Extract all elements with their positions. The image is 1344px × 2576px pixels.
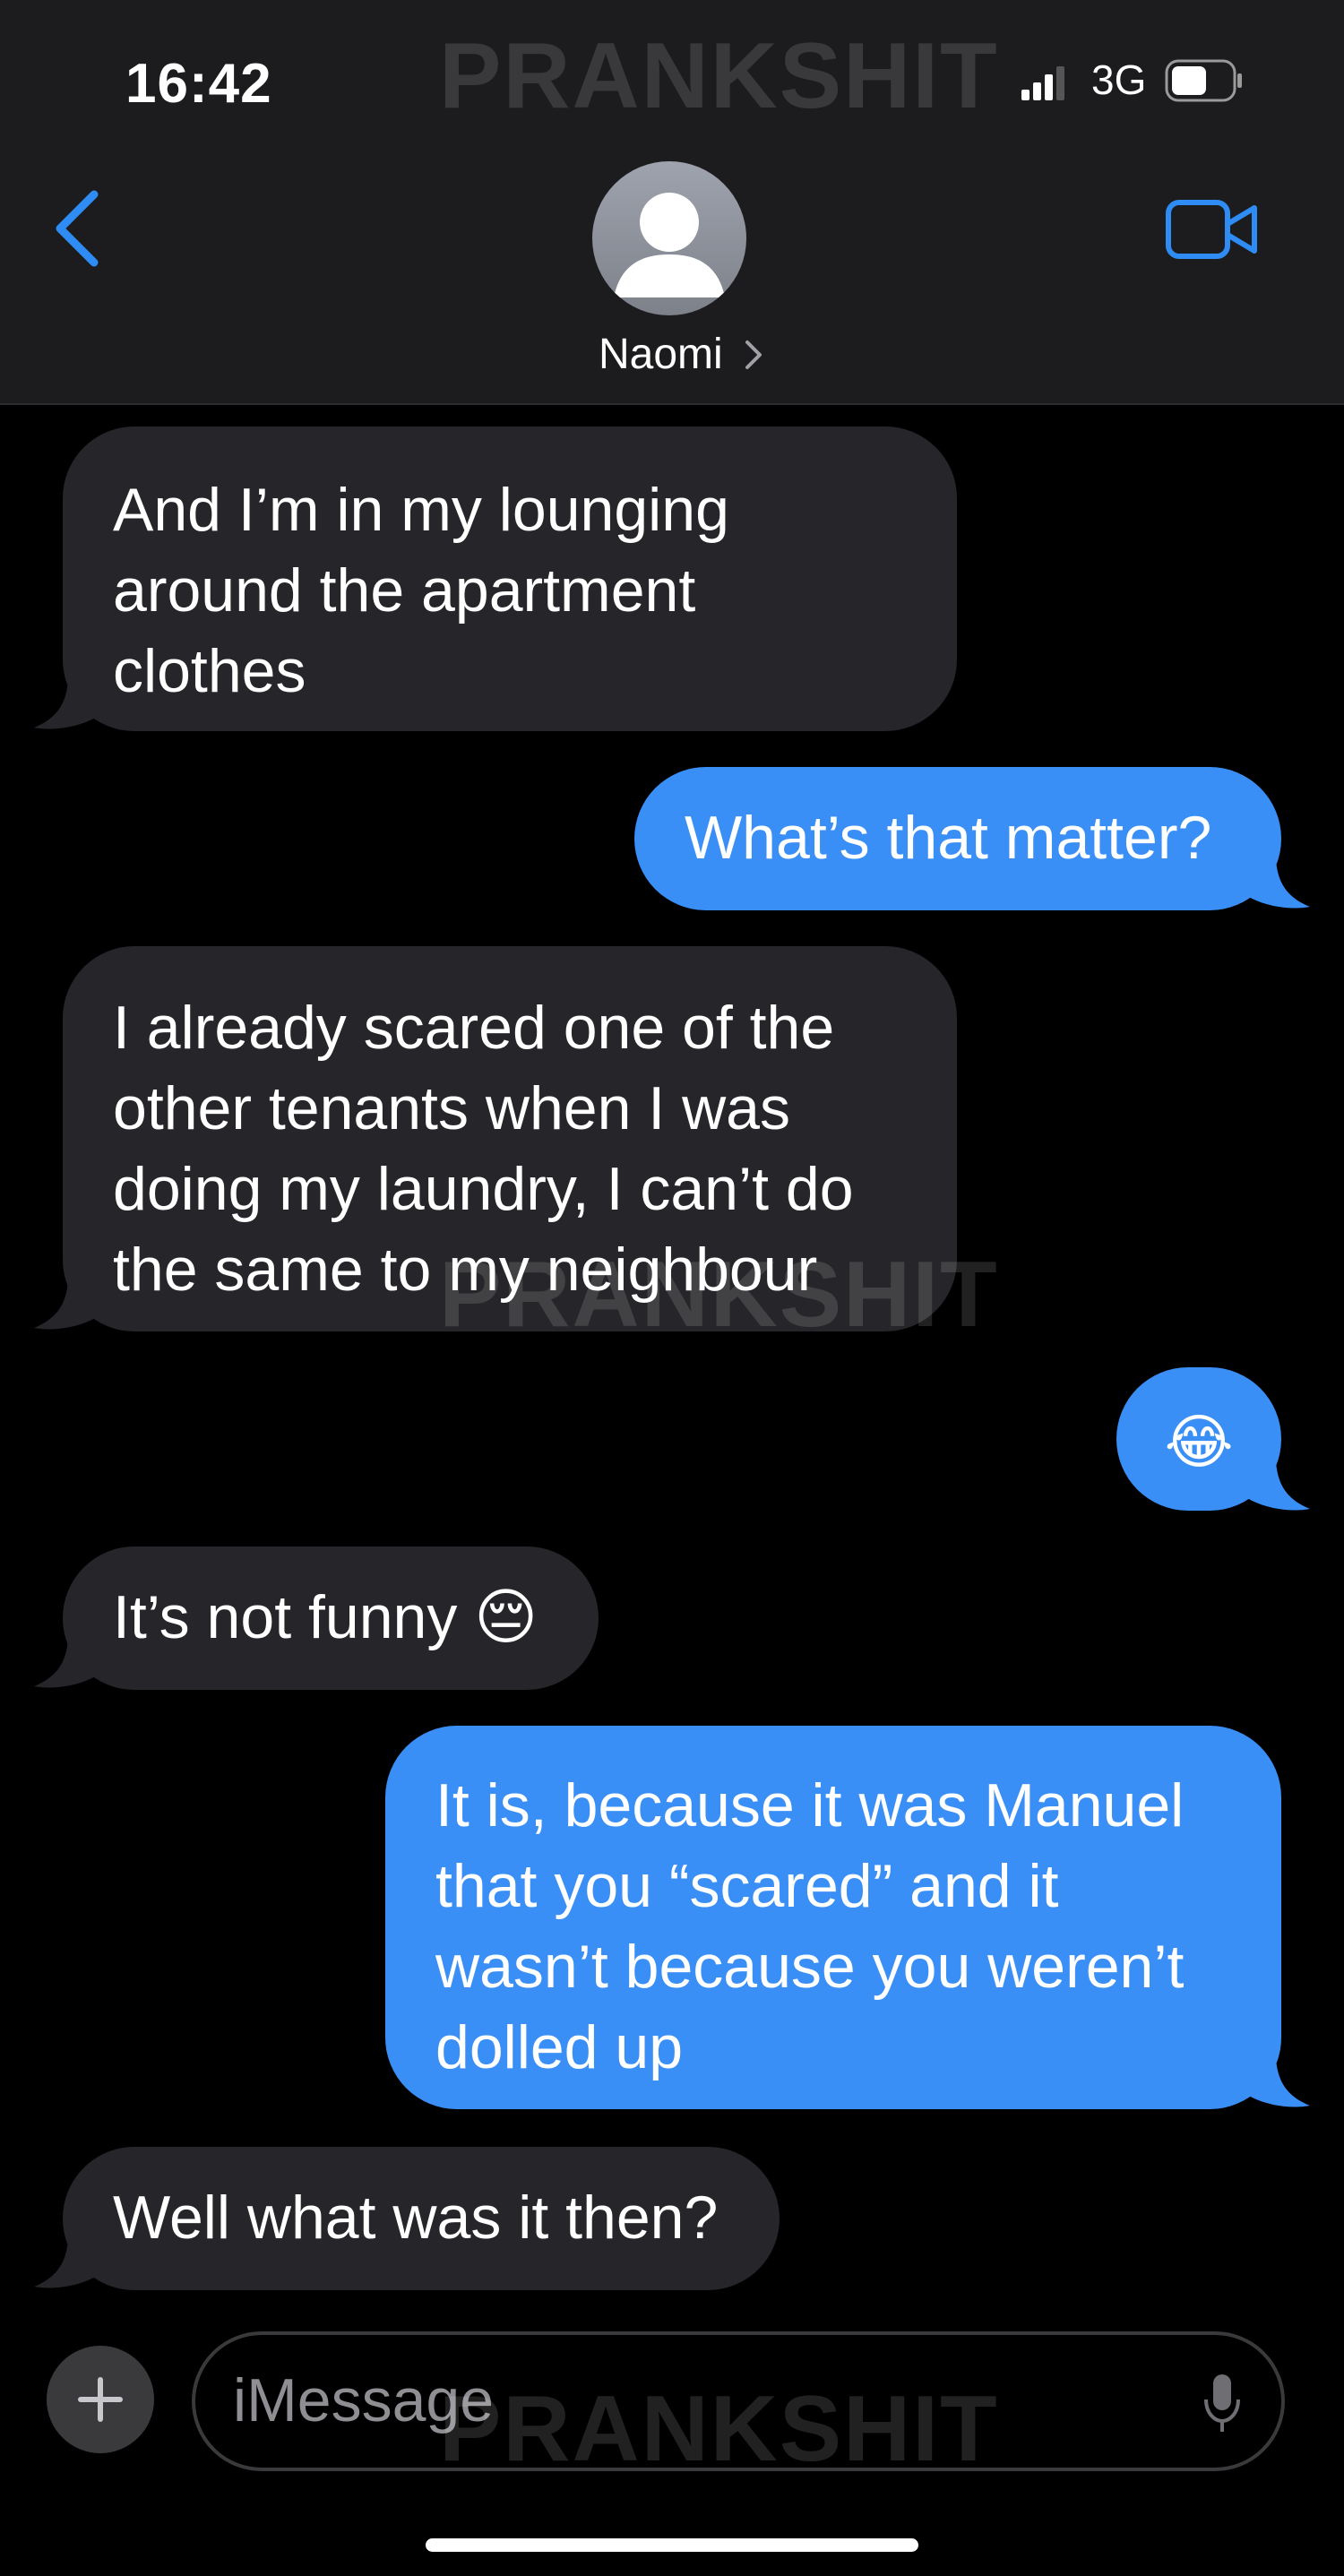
apps-button[interactable] [47,2346,154,2453]
chevron-right-icon[interactable] [744,339,763,371]
message-bubble-outgoing[interactable]: It is, because it was Manuel that you “s… [385,1726,1281,2109]
video-camera-icon[interactable] [1165,197,1260,262]
network-type: 3G [1091,56,1147,103]
conversation-header: 16:42 PRANKSHIT 3G Naomi [0,0,1344,405]
watermark-top: PRANKSHIT [439,24,999,128]
contact-name[interactable]: Naomi [599,330,723,379]
person-silhouette-icon [614,193,725,297]
message-bubble-incoming[interactable]: Well what was it then? [63,2147,780,2290]
microphone-icon[interactable] [1202,2373,1242,2435]
plus-icon [78,2377,123,2422]
message-bubble-incoming[interactable]: And I’m in my lounging around the apartm… [63,426,957,731]
back-chevron-icon[interactable] [49,184,112,273]
battery-icon [1165,59,1242,102]
status-time: 16:42 [125,53,272,115]
message-bubble-outgoing[interactable]: 😂 [1116,1367,1281,1511]
watermark-bottom: PRANKSHIT [439,2377,999,2481]
message-bubble-incoming[interactable]: It’s not funny 😔 [63,1546,599,1690]
watermark-middle: PRANKSHIT [439,1243,999,1347]
signal-strength-icon [1021,66,1064,100]
message-bubble-outgoing[interactable]: What’s that matter? [634,767,1281,910]
home-indicator[interactable] [426,2538,918,2552]
contact-avatar[interactable] [592,161,746,315]
